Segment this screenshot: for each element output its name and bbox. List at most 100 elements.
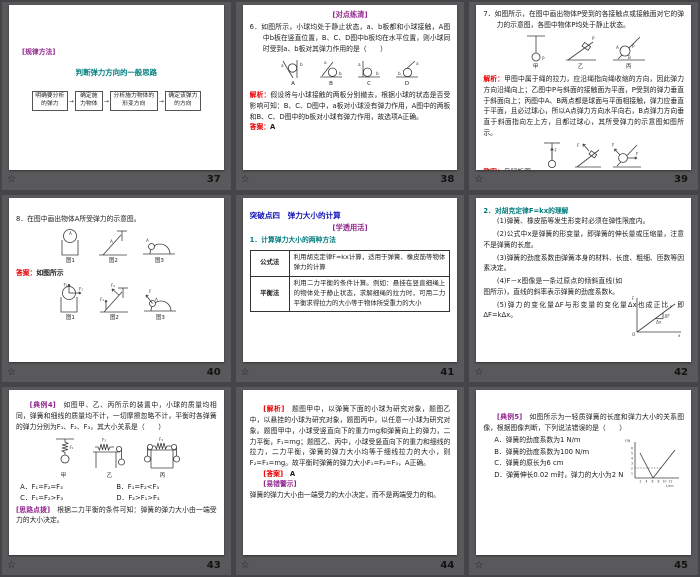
slide-thumbnail-44[interactable]: [解析] 题图甲中，以弹簧下面的小球为研究对象，题图乙中，以悬挂的小球为研究对象… <box>235 387 465 575</box>
slide-thumbnail-45[interactable]: [典例5] 如图所示为一轻质弹簧的长度和弹力大小的关系图像，根据图像判断，下列说… <box>469 387 698 575</box>
answer-figure-jia: F 甲 <box>539 140 565 169</box>
svg-text:F/N: F/N <box>625 439 631 443</box>
figure-bing: A B P 丙 <box>611 33 647 71</box>
figure-jia: F₁ 甲 <box>48 436 78 480</box>
analysis-text: 甲图中属于绳的拉力，应沿绳指向绳收缩的方向，因此弹力方向沿绳向上；乙图中P与斜面… <box>483 75 685 137</box>
svg-text:F₂: F₂ <box>79 286 83 291</box>
block-on-incline-icon: P <box>565 36 596 61</box>
answer: [答案] A <box>250 469 451 480</box>
svg-text:F: F <box>149 289 152 294</box>
figure-2: A 图2 <box>97 227 129 265</box>
point-2: (2)公式中x是弹簧的形变量，即弹簧的伸长量或压缩量，注意不是弹簧的长度。 <box>483 230 684 249</box>
ball-on-dome-force-icon: F A <box>144 289 177 312</box>
svg-text:F: F <box>554 148 557 153</box>
slide-thumbnail-38[interactable]: [对点练清] 6．如图所示，小球均处于静止状态，a、b板都和小球接触，A图中b板… <box>235 2 465 190</box>
page-number: 40 <box>206 366 221 378</box>
ball-two-plates-D-icon: a b <box>395 60 419 77</box>
answer-row: 答案：见解析图 F 甲 F <box>483 140 684 170</box>
analysis-label: 解析： <box>249 91 271 100</box>
thumbnail-footer: ☆ 41 <box>236 362 465 382</box>
svg-text:A: A <box>155 297 158 302</box>
svg-text:1: 1 <box>631 472 633 476</box>
answer: 答案：如图所示 <box>16 268 217 279</box>
flow-step-3: 分析施力物体的形变方向 <box>109 91 158 112</box>
svg-text:L/cm: L/cm <box>666 484 673 488</box>
slide-thumbnail-37[interactable]: [规律方法] 判断弹力方向的一般思路 明确要分析的弹力 → 确定施力物体 → 分… <box>2 2 231 190</box>
hint-tag: [思路点拨] <box>16 505 51 514</box>
answer: 答案：见解析图 <box>483 167 531 169</box>
arrow-right-icon: → <box>103 97 109 105</box>
slide-thumbnail-43[interactable]: [典例4] 如图甲、乙、丙所示的装置中，小球的质量均相同，弹簧和细线的质量均不计… <box>2 387 231 575</box>
hanging-ball-force-icon: F <box>543 143 560 169</box>
slide-thumbnail-42[interactable]: 2．对胡克定律F=kx的理解 (1)弹簧、橡皮筋等发生形变时必须在弹性限度内。 … <box>469 194 698 383</box>
answer-label: 答案： <box>249 123 271 132</box>
figure-row: A 图1 A 图2 A 图3 <box>16 227 217 265</box>
svg-text:F₁: F₁ <box>100 297 104 302</box>
svg-text:F: F <box>612 143 615 148</box>
methods-table: 公式法 利用胡克定律F=kx计算，适用于弹簧、橡皮筋等物体弹力的计算 平衡法 利… <box>249 249 451 313</box>
figure-label: 乙 <box>106 472 113 479</box>
answer-text: A <box>270 123 276 132</box>
ball-on-box-force-icon: F₁ F₂ <box>60 282 84 313</box>
svg-text:A: A <box>616 45 619 50</box>
slide-38-canvas: [对点练清] 6．如图所示，小球均处于静止状态，a、b板都和小球接触，A图中b板… <box>242 5 458 170</box>
answer: 答案：A <box>250 122 451 133</box>
ball-wall-incline-icon: A B P <box>612 37 645 61</box>
page-number: 41 <box>440 366 455 378</box>
answer-figure-row: F₁ F₂ 图1 F₁ F₂ 图2 F A 图3 <box>16 282 217 322</box>
star-icon: ☆ <box>240 559 250 571</box>
section-header: [学透用活] <box>332 222 368 232</box>
slide-37-canvas: [规律方法] 判断弹力方向的一般思路 明确要分析的弹力 → 确定施力物体 → 分… <box>9 5 224 170</box>
figure-label: 图3 <box>154 258 164 265</box>
method-desc: 利用胡克定律F=kx计算，适用于弹簧、橡皮筋等物体弹力的计算 <box>288 249 451 277</box>
flow-step-2: 确定施力物体 <box>74 91 103 112</box>
ball-two-plates-A-icon: a b <box>281 59 303 78</box>
answer-text: A <box>289 469 296 478</box>
figure-label: 丙 <box>159 472 166 479</box>
question-7: 7．如图所示，在图中画出物体P受到的各接触点或接触面对它的弹力的示意图，各图中物… <box>483 9 684 30</box>
svg-text:2: 2 <box>631 467 633 471</box>
figure-row: P 甲 P 乙 A B P 丙 <box>483 33 684 71</box>
svg-text:x: x <box>678 333 681 338</box>
answer-bracket: （ ） <box>359 44 387 53</box>
svg-text:5: 5 <box>631 452 633 456</box>
svg-text:ΔF: ΔF <box>665 313 671 318</box>
practice-header: [对点练清] <box>332 10 368 19</box>
svg-text:b: b <box>376 71 379 76</box>
rod-leaning-force-icon: F₁ F₂ <box>100 283 129 313</box>
svg-text:P: P <box>632 44 635 49</box>
vertical-spring-ball-icon: F₁ <box>56 438 75 463</box>
question-8-text: 8．在图中画出物体A所受弹力的示意图。 <box>16 214 141 223</box>
slide-thumbnail-grid: [规律方法] 判断弹力方向的一般思路 明确要分析的弹力 → 确定施力物体 → 分… <box>0 0 700 577</box>
thumbnail-footer: ☆ 43 <box>2 555 231 575</box>
svg-text:4: 4 <box>646 480 648 484</box>
slide-thumbnail-39[interactable]: 7．如图所示，在图中画出物体P受到的各接触点或接触面对它的弹力的示意图，各图中物… <box>469 2 698 190</box>
page-number: 42 <box>674 366 688 378</box>
figure-label: 图2 <box>108 258 118 265</box>
slide-thumbnail-41[interactable]: 突破点四 弹力大小的计算 [学透用活] 1．计算弹力大小的两种方法 公式法 利用… <box>235 194 465 383</box>
svg-text:A: A <box>69 231 72 236</box>
slide-39-canvas: 7．如图所示，在图中画出物体P受到的各接触点或接触面对它的弹力的示意图，各图中物… <box>476 5 691 170</box>
svg-text:Δx: Δx <box>656 319 662 324</box>
svg-text:F₁: F₁ <box>64 282 68 287</box>
star-icon: ☆ <box>240 366 250 378</box>
page-number: 44 <box>440 559 455 571</box>
point-1: (1)弹簧、橡皮筋等发生形变时必须在弹性限度内。 <box>496 217 650 226</box>
answer-tag: [答案] <box>263 469 284 478</box>
slide-thumbnail-40[interactable]: 8．在图中画出物体A所受弹力的示意图。 A 图1 A 图2 A 图3 答案：如图… <box>2 194 231 383</box>
answer-label: 答案： <box>483 168 503 169</box>
analysis-text: 假设将与小球接触的两板分别撤去，根据小球的状态是否受影响可知：B、C、D图中，a… <box>249 91 451 121</box>
figure-label: B <box>329 80 333 87</box>
answer-bracket: （ ） <box>598 424 627 433</box>
figure-row: F₁ 甲 F₂ 乙 F₃ 丙 <box>16 436 217 480</box>
page-number: 38 <box>440 174 455 186</box>
svg-text:6: 6 <box>631 447 633 451</box>
point-3: (3)弹簧的劲度系数由弹簧本身的材料、长度、粗细、匝数等因素决定。 <box>483 253 684 273</box>
answer-figure-bing: F F 丙 <box>611 140 643 169</box>
svg-text:a: a <box>281 63 284 68</box>
page-number: 39 <box>674 174 688 186</box>
subsection-title: 2．对胡克定律F=kx的理解 <box>483 206 569 215</box>
figure-label: 图1 <box>65 314 75 321</box>
slide-45-canvas: [典例5] 如图所示为一轻质弹簧的长度和弹力大小的关系图像，根据图像判断，下列说… <box>476 390 691 555</box>
answer-figure-2: F₁ F₂ 图2 <box>98 282 130 322</box>
